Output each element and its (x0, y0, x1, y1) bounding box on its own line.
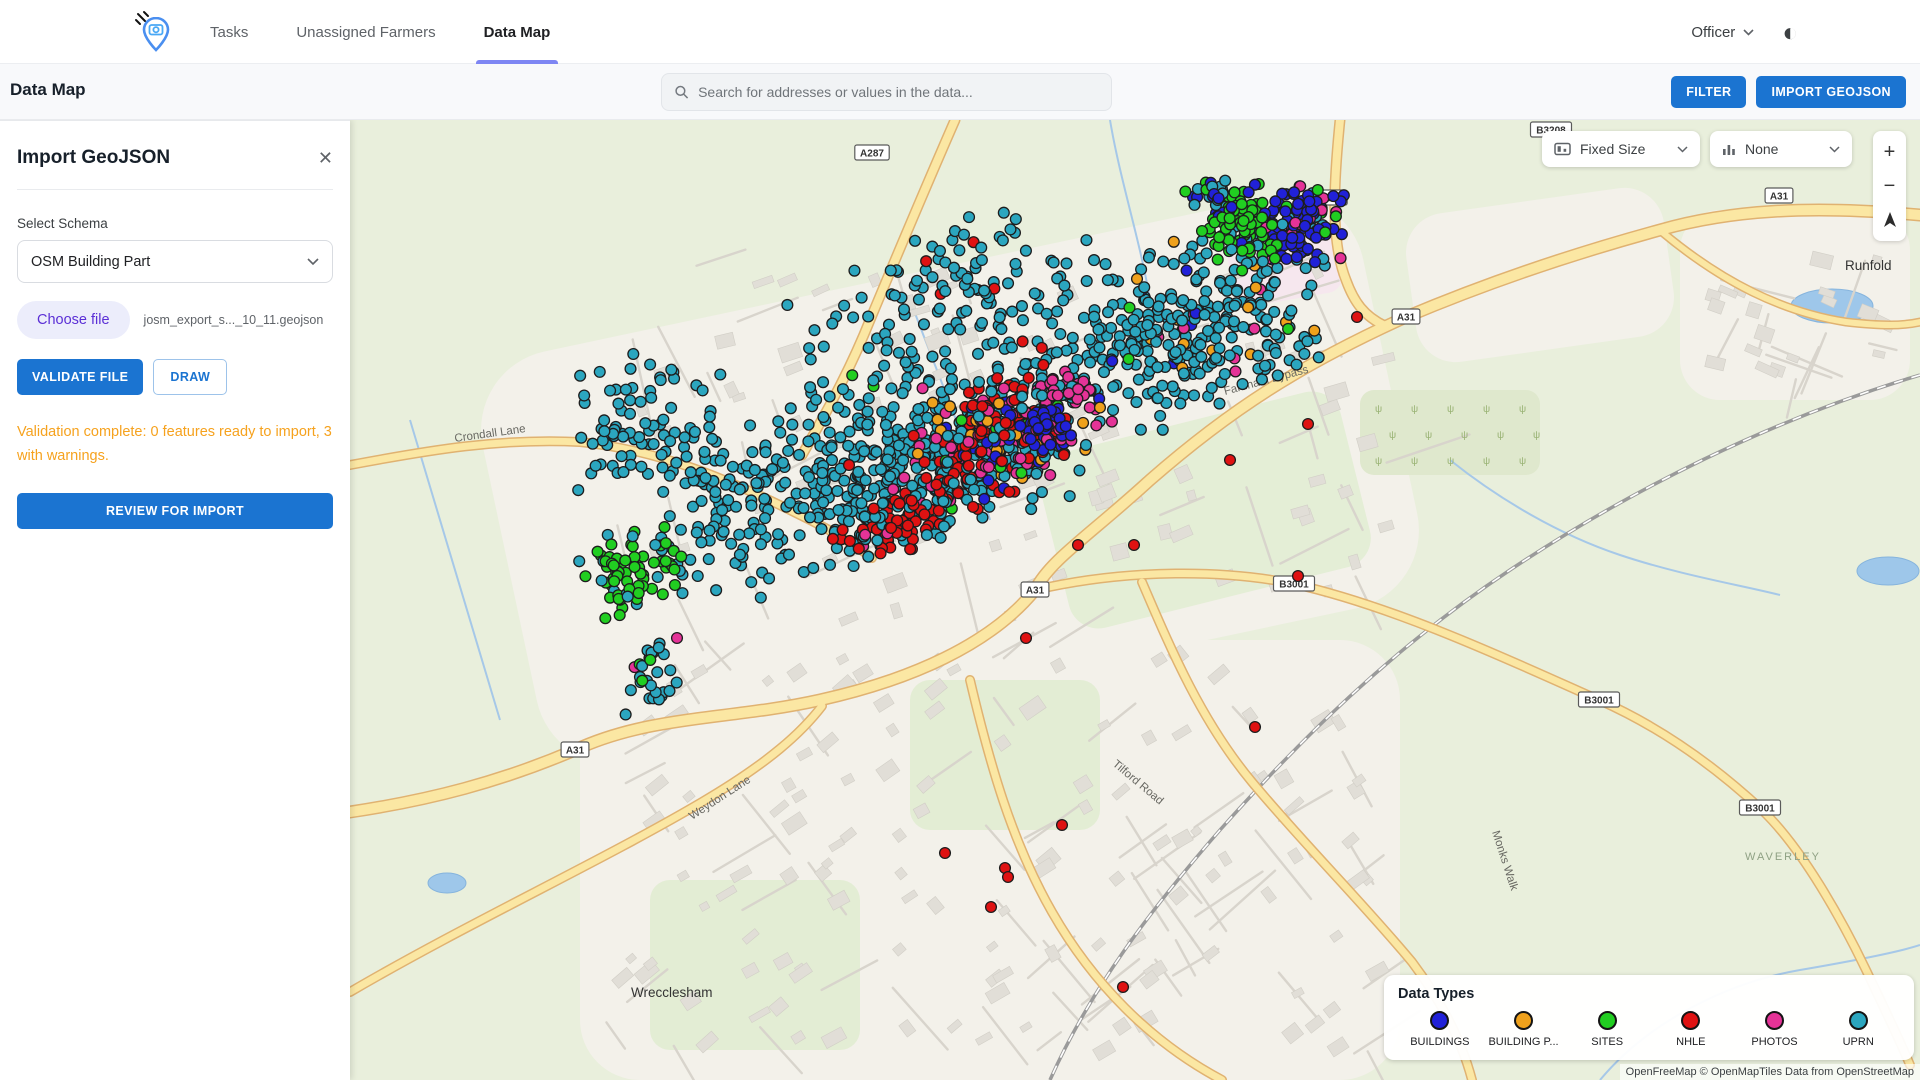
legend-title: Data Types (1398, 986, 1900, 1002)
legend-item-label: NHLE (1676, 1036, 1705, 1048)
map-canvas[interactable]: ψψψψψψψψψψψψψψψFarnham BypassCrondall La… (350, 120, 1920, 1080)
svg-text:ψ: ψ (1533, 430, 1540, 441)
svg-text:ψ: ψ (1461, 430, 1468, 441)
chevron-down-icon (1743, 29, 1754, 36)
svg-text:ψ: ψ (1389, 430, 1396, 441)
user-menu[interactable]: Officer (1691, 24, 1754, 41)
map-attribution: OpenFreeMap © OpenMapTiles Data from Ope… (1620, 1064, 1920, 1080)
legend-item-building_part[interactable]: BUILDING P... (1482, 1011, 1566, 1048)
review-for-import-button[interactable]: REVIEW FOR IMPORT (17, 493, 333, 529)
validation-message: Validation complete: 0 features ready to… (17, 421, 333, 469)
page-header: Data Map FILTER IMPORT GEOJSON (0, 64, 1920, 120)
compass-icon[interactable] (1873, 203, 1906, 237)
svg-text:ψ: ψ (1375, 456, 1382, 467)
top-navigation: Tasks Unassigned Farmers Data Map Office… (0, 0, 1920, 64)
import-geojson-panel: Import GeoJSON ✕ Select Schema OSM Build… (0, 120, 350, 1080)
legend-item-uprn[interactable]: UPRN (1816, 1011, 1900, 1048)
search-box (661, 73, 1112, 111)
svg-text:ψ: ψ (1483, 404, 1490, 415)
chevron-down-icon (1677, 146, 1688, 153)
svg-text:ψ: ψ (1447, 456, 1454, 467)
point-size-value: Fixed Size (1580, 141, 1668, 157)
color-by-value: None (1745, 141, 1820, 157)
tab-data-map[interactable]: Data Map (484, 0, 551, 64)
svg-text:A287: A287 (860, 149, 884, 160)
svg-text:Monks Walk: Monks Walk (1489, 829, 1520, 892)
legend-item-label: PHOTOS (1751, 1036, 1797, 1048)
zoom-out-button[interactable]: − (1873, 169, 1906, 203)
search-icon (674, 84, 689, 100)
svg-text:ψ: ψ (1497, 430, 1504, 441)
svg-text:ψ: ψ (1519, 404, 1526, 415)
svg-text:Wrecclesham: Wrecclesham (631, 985, 713, 1000)
svg-text:ψ: ψ (1447, 404, 1454, 415)
legend-item-label: UPRN (1843, 1036, 1874, 1048)
fixed-size-icon (1554, 142, 1571, 156)
legend-item-nhle[interactable]: NHLE (1649, 1011, 1733, 1048)
svg-text:ψ: ψ (1519, 456, 1526, 467)
legend-color-dot (1849, 1011, 1868, 1030)
legend-item-buildings[interactable]: BUILDINGS (1398, 1011, 1482, 1048)
tab-tasks[interactable]: Tasks (210, 0, 248, 64)
import-geojson-button[interactable]: IMPORT GEOJSON (1756, 76, 1906, 108)
schema-label: Select Schema (17, 216, 333, 231)
data-types-legend: Data Types BUILDINGS BUILDING P... SITES NH… (1384, 975, 1914, 1060)
svg-text:WAVERLEY: WAVERLEY (1745, 851, 1821, 863)
filter-button[interactable]: FILTER (1671, 76, 1746, 108)
svg-text:ψ: ψ (1425, 430, 1432, 441)
legend-color-dot (1430, 1011, 1449, 1030)
tab-unassigned-farmers[interactable]: Unassigned Farmers (296, 0, 435, 64)
map-zoom-controls: + − (1873, 131, 1906, 241)
svg-text:Runfold: Runfold (1845, 258, 1892, 273)
chevron-down-icon (307, 258, 319, 266)
app-logo-icon[interactable] (132, 8, 180, 56)
svg-text:ψ: ψ (1375, 404, 1382, 415)
schema-select[interactable]: OSM Building Part (17, 240, 333, 283)
search-input[interactable] (698, 84, 1099, 100)
choose-file-button[interactable]: Choose file (17, 301, 130, 339)
legend-color-dot (1765, 1011, 1784, 1030)
panel-title: Import GeoJSON (17, 147, 170, 169)
close-icon[interactable]: ✕ (318, 149, 333, 167)
svg-text:A31: A31 (566, 746, 585, 757)
legend-item-photos[interactable]: PHOTOS (1733, 1011, 1817, 1048)
schema-select-value: OSM Building Part (31, 254, 150, 270)
point-size-select[interactable]: Fixed Size (1542, 131, 1700, 167)
svg-text:ψ: ψ (1483, 456, 1490, 467)
legend-item-sites[interactable]: SITES (1565, 1011, 1649, 1048)
legend-item-label: SITES (1591, 1036, 1623, 1048)
legend-item-label: BUILDINGS (1410, 1036, 1469, 1048)
legend-color-dot (1514, 1011, 1533, 1030)
page-title: Data Map (10, 80, 86, 100)
chevron-down-icon (1829, 146, 1840, 153)
svg-text:B3001: B3001 (1745, 804, 1775, 815)
svg-text:ψ: ψ (1411, 456, 1418, 467)
legend-item-label: BUILDING P... (1488, 1036, 1558, 1048)
svg-text:ψ: ψ (1411, 404, 1418, 415)
svg-text:B3001: B3001 (1279, 580, 1309, 591)
validate-file-button[interactable]: VALIDATE FILE (17, 359, 143, 395)
user-menu-label: Officer (1691, 24, 1735, 41)
map-area[interactable]: ψψψψψψψψψψψψψψψFarnham BypassCrondall La… (350, 120, 1920, 1080)
zoom-in-button[interactable]: + (1873, 135, 1906, 169)
legend-color-dot (1681, 1011, 1700, 1030)
bar-chart-icon (1722, 142, 1736, 156)
color-by-select[interactable]: None (1710, 131, 1852, 167)
svg-text:A31: A31 (1770, 192, 1789, 203)
svg-text:A31: A31 (1397, 313, 1416, 324)
svg-text:B3001: B3001 (1584, 696, 1614, 707)
draw-button[interactable]: DRAW (153, 359, 227, 395)
nav-tabs: Tasks Unassigned Farmers Data Map (210, 0, 550, 64)
svg-text:A31: A31 (1026, 586, 1045, 597)
theme-toggle-icon[interactable]: ◐ (1782, 19, 1798, 45)
legend-color-dot (1598, 1011, 1617, 1030)
file-name: josm_export_s..._10_11.geojson (144, 313, 324, 327)
